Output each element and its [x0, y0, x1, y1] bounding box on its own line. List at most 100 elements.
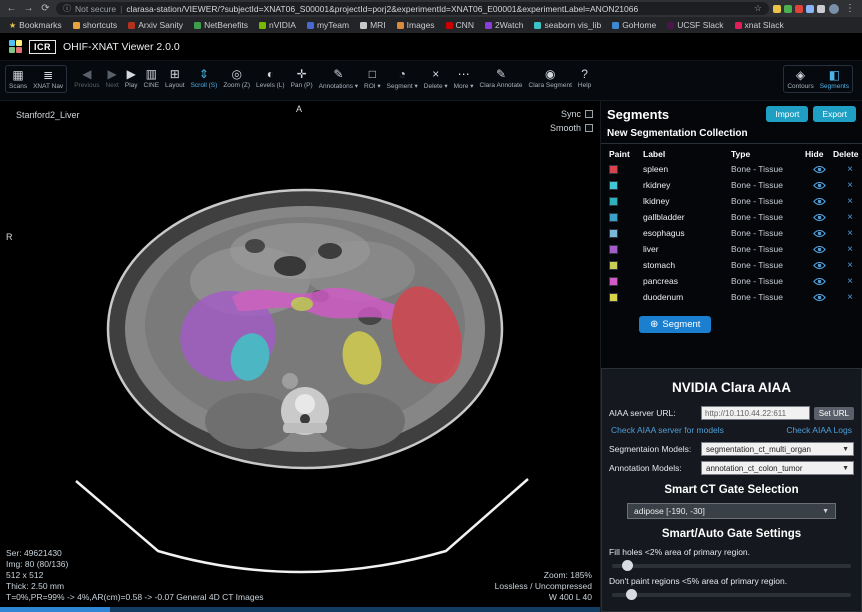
check-logs-link[interactable]: Check AIAA Logs [786, 425, 852, 435]
delete-segment-icon[interactable]: × [833, 228, 862, 239]
check-models-link[interactable]: Check AIAA server for models [611, 425, 724, 435]
toolbar-button-roi[interactable]: □ROI ▾ [361, 65, 384, 92]
delete-segment-icon[interactable]: × [833, 260, 862, 271]
eye-icon[interactable] [805, 245, 833, 254]
extension-icon[interactable] [795, 5, 803, 13]
toolbar-button-next[interactable]: ▶Next [102, 65, 121, 91]
segment-type: Bone - Tissue [731, 292, 805, 302]
bookmark-item[interactable]: GoHome [612, 20, 656, 30]
toolbar-button-levels[interactable]: ◐Levels (L) [253, 65, 288, 91]
bookmark-item[interactable]: ★Bookmarks [9, 20, 62, 30]
paint-swatch[interactable] [609, 229, 618, 238]
browser-menu-icon[interactable]: ⋮ [843, 3, 857, 14]
fill-holes-slider[interactable] [612, 564, 851, 568]
extension-icon[interactable] [806, 5, 814, 13]
bookmark-item[interactable]: Images [397, 20, 435, 30]
delete-segment-icon[interactable]: × [833, 244, 862, 255]
forward-icon[interactable]: → [22, 0, 35, 17]
smooth-checkbox[interactable] [585, 124, 593, 132]
paint-swatch[interactable] [609, 165, 618, 174]
segmentation-model-select[interactable]: segmentation_ct_multi_organ ▼ [701, 442, 854, 456]
paint-swatch[interactable] [609, 213, 618, 222]
fill-holes-slider-handle[interactable] [622, 560, 633, 571]
eye-icon[interactable] [805, 261, 833, 270]
delete-segment-icon[interactable]: × [833, 180, 862, 191]
bookmark-item[interactable]: NetBenefits [194, 20, 248, 30]
eye-icon[interactable] [805, 229, 833, 238]
eye-icon[interactable] [805, 165, 833, 174]
delete-segment-icon[interactable]: × [833, 164, 862, 175]
eye-icon[interactable] [805, 293, 833, 302]
delete-segment-icon[interactable]: × [833, 212, 862, 223]
address-bar[interactable]: ⓘ Not secure | clarasa-station/VIEWER/?s… [56, 2, 769, 15]
extension-icon[interactable] [784, 5, 792, 13]
bookmark-item[interactable]: nVIDIA [259, 20, 296, 30]
ct-viewport[interactable]: Stanford2_Liver A R Sync Smooth Ser: 496… [0, 101, 600, 612]
favicon [485, 22, 492, 29]
toolbar-button-scroll[interactable]: ⇕Scroll (S) [188, 65, 221, 91]
toolbar-button-help[interactable]: ?Help [575, 65, 594, 91]
delete-segment-icon[interactable]: × [833, 196, 862, 207]
cine-scrollbar[interactable] [0, 607, 600, 612]
toolbar-button-clara-annotate[interactable]: ✎Clara Annotate [477, 65, 526, 91]
bookmark-item[interactable]: CNN [446, 20, 474, 30]
toolbar-button-more[interactable]: ⋯More ▾ [451, 65, 477, 92]
delete-segment-icon[interactable]: × [833, 276, 862, 287]
paint-swatch[interactable] [609, 197, 618, 206]
toolbar-button-layout[interactable]: ⊞Layout [162, 65, 188, 91]
toolbar-button-contours[interactable]: ◈Contours [784, 66, 816, 92]
toolbar-button-play[interactable]: ▶Play [122, 65, 141, 91]
paint-swatch[interactable] [609, 181, 618, 190]
cine-scrollbar-handle[interactable] [0, 607, 110, 612]
toolbar-button-scans[interactable]: ▦Scans [6, 66, 30, 92]
toolbar-button-delete[interactable]: ×Delete ▾ [421, 65, 451, 92]
toolbar-button-segments[interactable]: ◧Segments [817, 66, 852, 92]
segment-button[interactable]: ⊕ Segment [639, 316, 711, 333]
toolbar-button-label: XNAT Nav [33, 83, 63, 90]
bookmark-item[interactable]: myTeam [307, 20, 349, 30]
bookmark-item[interactable]: seaborn vis_lib [534, 20, 601, 30]
export-button[interactable]: Export [813, 106, 856, 122]
dont-paint-slider-handle[interactable] [626, 589, 637, 600]
paint-swatch[interactable] [609, 245, 618, 254]
bookmark-star-icon[interactable]: ☆ [754, 3, 762, 14]
reload-icon[interactable]: ⟳ [39, 0, 52, 17]
toolbar-button-zoom[interactable]: ◎Zoom (Z) [220, 65, 253, 91]
toolbar-button-pan[interactable]: ✛Pan (P) [288, 65, 316, 91]
bookmark-item[interactable]: MRI [360, 20, 386, 30]
toolbar-button-previous[interactable]: ◀Previous [71, 65, 102, 91]
toolbar-button-segment[interactable]: ◔Segment ▾ [384, 65, 421, 92]
eye-icon[interactable] [805, 181, 833, 190]
toolbar-button-annotations[interactable]: ✎Annotations ▾ [316, 65, 361, 92]
paint-swatch[interactable] [609, 261, 618, 270]
segment-label: lkidney [643, 196, 731, 206]
set-url-button[interactable]: Set URL [814, 407, 854, 420]
annotation-model-select[interactable]: annotation_ct_colon_tumor ▼ [701, 461, 854, 475]
bookmark-item[interactable]: xnat Slack [735, 20, 784, 30]
back-icon[interactable]: ← [5, 0, 18, 17]
site-info-icon[interactable]: ⓘ [63, 3, 71, 14]
delete-segment-icon[interactable]: × [833, 292, 862, 303]
eye-icon[interactable] [805, 213, 833, 222]
bookmark-item[interactable]: Arxiv Sanity [128, 20, 183, 30]
extension-icon[interactable] [773, 5, 781, 13]
toolbar-button-label: Segment ▾ [387, 82, 418, 90]
toolbar-button-clara-segment[interactable]: ◉Clara Segment [526, 65, 575, 91]
sync-checkbox[interactable] [585, 110, 593, 118]
import-button[interactable]: Import [766, 106, 808, 122]
toolbar-button-xnat-nav[interactable]: ≣XNAT Nav [30, 66, 66, 92]
toolbar-button-cine[interactable]: ▥CINE [141, 65, 163, 91]
bookmark-item[interactable]: UCSF Slack [667, 20, 723, 30]
bookmark-item[interactable]: shortcuts [73, 20, 118, 30]
profile-avatar[interactable] [829, 4, 839, 14]
eye-icon[interactable] [805, 197, 833, 206]
paint-swatch[interactable] [609, 293, 618, 302]
eye-icon[interactable] [805, 277, 833, 286]
paint-swatch[interactable] [609, 277, 618, 286]
play-icon: ▶ [127, 67, 136, 81]
gate-select[interactable]: adipose [-190, -30] ▼ [627, 503, 836, 519]
bookmark-item[interactable]: 2Watch [485, 20, 524, 30]
dont-paint-slider[interactable] [612, 593, 851, 597]
server-url-input[interactable] [701, 406, 810, 420]
extension-icon[interactable] [817, 5, 825, 13]
